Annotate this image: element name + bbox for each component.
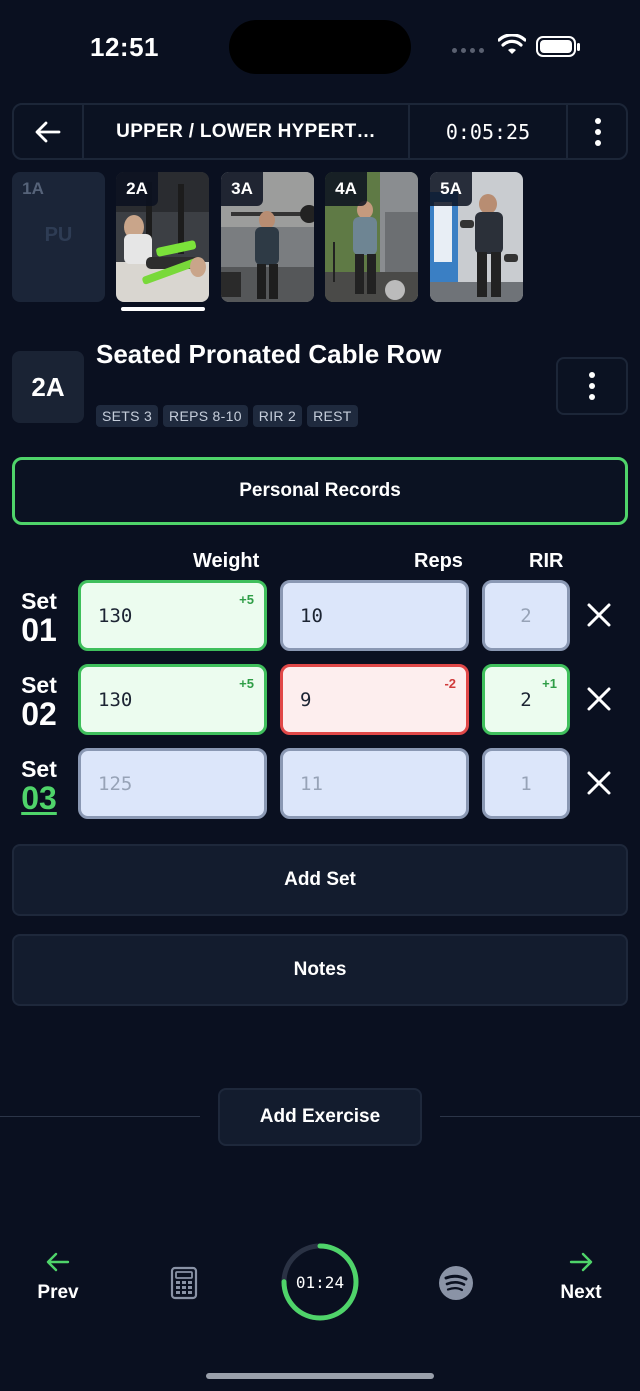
- wifi-icon: [498, 34, 526, 54]
- exercise-name: Seated Pronated Cable Row: [96, 339, 442, 369]
- more-vertical-icon: [589, 372, 595, 400]
- weight-delta: +5: [239, 676, 254, 691]
- dynamic-island: [229, 20, 411, 74]
- thumb-label: 3A: [221, 172, 263, 206]
- set-label-active: Set 03: [14, 757, 64, 815]
- signal-icon: [452, 48, 484, 53]
- tag-reps: REPS 8-10: [163, 405, 248, 427]
- exercise-badge: 2A: [12, 351, 84, 423]
- weight-field[interactable]: 130 +5: [78, 664, 267, 735]
- exercise-thumb-2a[interactable]: 2A: [116, 172, 209, 302]
- divider-left: [0, 1116, 200, 1117]
- exercise-menu-button[interactable]: [556, 357, 628, 415]
- arrow-left-icon: [46, 1252, 70, 1272]
- rest-timer[interactable]: 01:24: [280, 1242, 360, 1322]
- arrow-left-icon: [35, 121, 61, 142]
- elapsed-timer: 0:05:25: [410, 105, 568, 158]
- thumb-label: 1A: [22, 179, 44, 198]
- exercise-thumb-3a[interactable]: 3A: [221, 172, 314, 302]
- thumb-label: 5A: [430, 172, 472, 206]
- delete-set-close-icon[interactable]: [584, 684, 614, 714]
- weight-delta: +5: [239, 592, 254, 607]
- weight-value: 130: [98, 688, 133, 711]
- column-weight: Weight: [193, 550, 260, 572]
- more-vertical-icon: [595, 117, 601, 146]
- status-time: 12:51: [90, 32, 159, 62]
- exercise-tags: SETS 3 REPS 8-10 RIR 2 REST: [96, 405, 358, 427]
- tag-sets: SETS 3: [96, 405, 159, 427]
- rir-field[interactable]: 2: [482, 580, 570, 651]
- divider-right: [440, 1116, 640, 1117]
- add-exercise-button[interactable]: Add Exercise: [218, 1088, 422, 1146]
- weight-placeholder: 125: [98, 772, 133, 795]
- reps-field[interactable]: 9 -2: [280, 664, 469, 735]
- exercise-thumb-1a[interactable]: 1A PU: [12, 172, 105, 302]
- back-button[interactable]: [14, 105, 84, 158]
- rir-value: 2: [520, 688, 532, 711]
- delete-set-close-icon[interactable]: [584, 768, 614, 798]
- prev-button[interactable]: Prev: [30, 1252, 86, 1304]
- reps-placeholder: 11: [300, 772, 323, 795]
- set-number: 01: [21, 612, 57, 648]
- prev-label: Prev: [37, 1282, 79, 1303]
- set-word: Set: [21, 588, 57, 614]
- set-word: Set: [21, 756, 57, 782]
- set-label: Set 02: [14, 673, 64, 731]
- thumb-label: 2A: [116, 172, 158, 206]
- rir-delta: +1: [542, 676, 557, 691]
- set-number: 03: [21, 780, 57, 816]
- reps-value: 10: [300, 604, 323, 627]
- next-button[interactable]: Next: [553, 1252, 609, 1304]
- column-rir: RIR: [529, 550, 564, 572]
- exercise-thumb-5a[interactable]: 5A: [430, 172, 523, 302]
- tag-rir: RIR 2: [252, 405, 303, 427]
- home-indicator: [206, 1373, 434, 1379]
- rir-value: 2: [520, 604, 532, 627]
- weight-field[interactable]: 130 +5: [78, 580, 267, 651]
- battery-icon: [536, 36, 580, 57]
- tag-rest: REST: [307, 405, 358, 427]
- reps-field[interactable]: 11: [280, 748, 469, 819]
- column-reps: Reps: [414, 550, 463, 572]
- reps-value: 9: [300, 688, 312, 711]
- rest-timer-text: 01:24: [295, 1272, 345, 1292]
- exercise-thumb-4a[interactable]: 4A: [325, 172, 418, 302]
- set-word: Set: [21, 672, 57, 698]
- personal-records-button[interactable]: Personal Records: [12, 457, 628, 525]
- thumb-label: 4A: [325, 172, 367, 206]
- workout-menu-button[interactable]: [568, 105, 628, 158]
- weight-field[interactable]: 125: [78, 748, 267, 819]
- spotify-icon[interactable]: [438, 1265, 474, 1301]
- workout-title[interactable]: UPPER / LOWER HYPERT…: [84, 105, 410, 158]
- delete-set-close-icon[interactable]: [584, 600, 614, 630]
- thumb-placeholder: PU: [44, 224, 73, 246]
- workout-header: UPPER / LOWER HYPERT… 0:05:25: [12, 103, 628, 160]
- rir-placeholder: 1: [520, 772, 532, 795]
- arrow-right-icon: [569, 1252, 593, 1272]
- active-thumb-indicator: [121, 307, 205, 311]
- calculator-icon[interactable]: [170, 1266, 198, 1300]
- rir-field[interactable]: 1: [482, 748, 570, 819]
- notes-button[interactable]: Notes: [12, 934, 628, 1006]
- next-label: Next: [560, 1282, 602, 1303]
- add-set-button[interactable]: Add Set: [12, 844, 628, 916]
- reps-delta: -2: [444, 676, 456, 691]
- status-icons: [452, 34, 582, 60]
- reps-field[interactable]: 10: [280, 580, 469, 651]
- set-number: 02: [21, 696, 57, 732]
- set-label: Set 01: [14, 589, 64, 647]
- rir-field[interactable]: 2 +1: [482, 664, 570, 735]
- weight-value: 130: [98, 604, 133, 627]
